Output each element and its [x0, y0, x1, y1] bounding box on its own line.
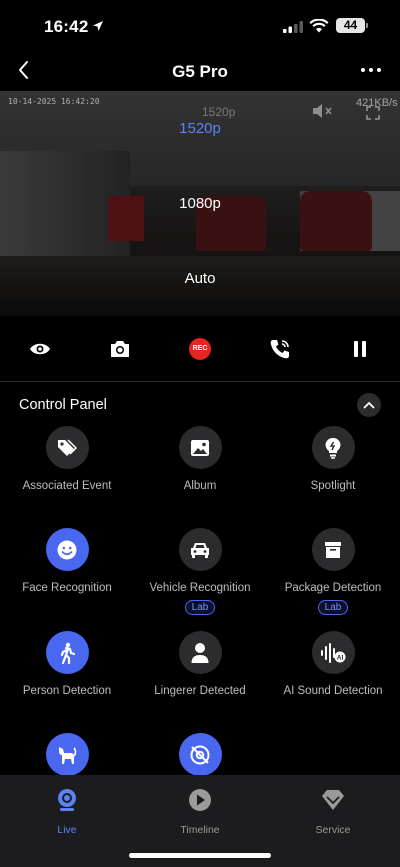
status-time: 16:42 [44, 17, 89, 36]
video-controls-toolbar: REC [0, 326, 400, 372]
feature-label: Vehicle Recognition [149, 582, 251, 594]
pause-button[interactable] [347, 337, 373, 361]
bulb-icon [325, 437, 341, 459]
person-icon [191, 642, 209, 663]
feature-person-detection[interactable]: Person Detection [0, 631, 134, 697]
tag-icon [58, 438, 78, 456]
feature-label: Associated Event [22, 480, 112, 492]
cellular-signal-icon [283, 21, 303, 33]
tab-timeline[interactable]: Timeline [133, 787, 267, 836]
tab-label: Live [57, 824, 77, 836]
ai-sound-icon: AI [321, 642, 346, 663]
nav-bar: G5 Pro [0, 54, 400, 90]
mute-icon[interactable] [311, 102, 333, 120]
play-icon [189, 789, 211, 811]
resolution-option-1520p[interactable]: 1520p [0, 120, 400, 137]
eye-icon [30, 343, 50, 355]
feature-icon-bg: AI [311, 631, 355, 674]
tab-label: Timeline [180, 824, 220, 836]
feature-icon-bg [311, 528, 355, 571]
walking-person-icon [60, 642, 76, 664]
feature-icon-bg [178, 631, 222, 674]
cat-icon [59, 746, 77, 764]
resolution-option-1080p[interactable]: 1080p [0, 195, 400, 212]
package-icon [325, 541, 341, 558]
feature-album[interactable]: Album [133, 426, 267, 492]
wifi-icon [309, 19, 329, 33]
tab-service[interactable]: Service [266, 787, 400, 836]
feature-icon-bg [45, 631, 89, 674]
feature-icon-bg [178, 426, 222, 469]
feature-label: Package Detection [284, 582, 382, 594]
feature-lingerer-detected[interactable]: Lingerer Detected [133, 631, 267, 697]
collapse-button[interactable] [357, 393, 381, 417]
feature-label: Face Recognition [22, 582, 112, 594]
feature-label: Spotlight [310, 480, 356, 492]
feature-label: Person Detection [22, 685, 112, 697]
feature-package-detection[interactable]: Package Detection Lab [266, 528, 400, 615]
feature-label: AI Sound Detection [283, 685, 383, 697]
location-arrow-icon [93, 21, 103, 31]
face-icon [57, 540, 77, 559]
svg-text:AI: AI [337, 654, 344, 661]
current-resolution: 1520p [202, 105, 236, 119]
car-icon [191, 542, 209, 558]
snapshot-button[interactable] [107, 337, 133, 361]
intercom-button[interactable] [267, 337, 293, 361]
tab-live[interactable]: Live [0, 787, 134, 836]
phone-call-icon [270, 340, 289, 359]
status-bar: 16:42 44 [0, 0, 400, 54]
fullscreen-icon[interactable] [366, 106, 380, 120]
video-timestamp: 10-14-2025 16:42:20 [8, 97, 100, 106]
feature-icon-bg [45, 426, 89, 469]
camera-icon [58, 789, 76, 811]
pause-icon [354, 341, 366, 357]
record-button[interactable]: REC [187, 337, 213, 361]
feature-icon-bg [45, 528, 89, 571]
feature-icon-bg [178, 733, 222, 776]
feature-ai-sound-detection[interactable]: AI AI Sound Detection [266, 631, 400, 697]
home-indicator [129, 853, 271, 858]
resolution-option-auto[interactable]: Auto [0, 270, 400, 287]
feature-icon-bg [178, 528, 222, 571]
feature-face-recognition[interactable]: Face Recognition [0, 528, 134, 594]
image-icon [191, 439, 209, 456]
feature-vehicle-recognition[interactable]: Vehicle Recognition Lab [133, 528, 267, 615]
feature-icon-bg [311, 426, 355, 469]
battery-indicator: 44 [336, 18, 368, 33]
chevron-up-icon [363, 401, 375, 409]
feature-label: Lingerer Detected [154, 685, 246, 697]
diamond-icon [322, 790, 344, 810]
rec-label: REC [189, 338, 211, 360]
feature-associated-event[interactable]: Associated Event [0, 426, 134, 492]
lab-badge: Lab [317, 600, 349, 615]
more-options-icon[interactable] [360, 60, 382, 80]
divider [0, 381, 400, 382]
feature-spotlight[interactable]: Spotlight [266, 426, 400, 492]
lab-badge: Lab [184, 600, 216, 615]
feature-icon-bg [45, 733, 89, 776]
privacy-off-icon [190, 745, 210, 764]
camera-icon [111, 341, 129, 357]
feature-label: Album [183, 480, 217, 492]
tab-label: Service [315, 824, 351, 836]
control-panel-title: Control Panel [19, 397, 107, 413]
view-button[interactable] [27, 337, 53, 361]
page-title: G5 Pro [172, 62, 228, 81]
